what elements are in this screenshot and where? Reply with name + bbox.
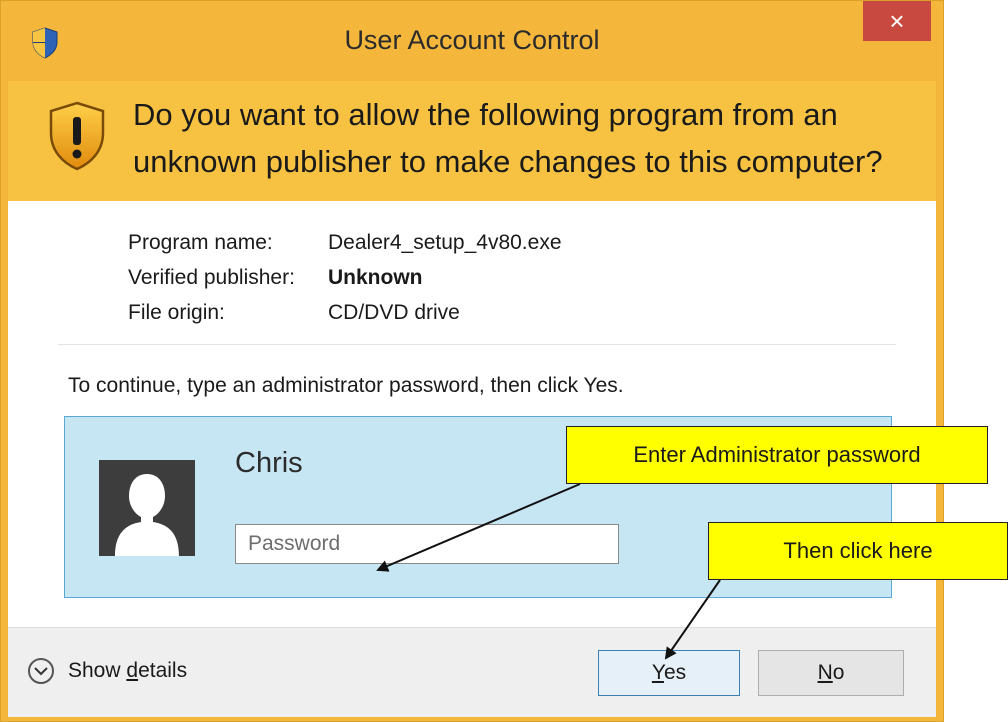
no-button[interactable]: No bbox=[758, 650, 904, 696]
user-avatar-icon bbox=[99, 460, 195, 556]
close-button[interactable]: × bbox=[863, 1, 931, 41]
prompt-question: Do you want to allow the following progr… bbox=[133, 97, 883, 179]
show-details-toggle[interactable]: Show details bbox=[28, 658, 187, 684]
instruction-text: To continue, type an administrator passw… bbox=[68, 374, 624, 397]
publisher-label: Verified publisher: bbox=[128, 266, 295, 289]
user-name: Chris bbox=[235, 447, 303, 479]
warning-shield-icon bbox=[49, 101, 105, 171]
window-title: User Account Control bbox=[344, 25, 600, 55]
chevron-down-icon bbox=[28, 658, 54, 684]
yes-button[interactable]: Yes bbox=[598, 650, 740, 696]
origin-value: CD/DVD drive bbox=[328, 301, 460, 324]
divider bbox=[58, 344, 896, 345]
dialog-footer: Show details Yes No bbox=[8, 627, 936, 717]
password-callout: Enter Administrator password bbox=[566, 426, 988, 484]
show-details-label: Show details bbox=[68, 659, 188, 682]
program-name-value: Dealer4_setup_4v80.exe bbox=[328, 231, 562, 254]
publisher-row: Verified publisher: Unknown bbox=[128, 260, 562, 295]
close-icon: × bbox=[889, 6, 905, 36]
origin-label: File origin: bbox=[128, 301, 225, 324]
publisher-value: Unknown bbox=[328, 266, 423, 289]
click-callout: Then click here bbox=[708, 522, 1008, 580]
prompt-header: Do you want to allow the following progr… bbox=[8, 81, 936, 201]
program-name-label: Program name: bbox=[128, 231, 273, 254]
uac-dialog: User Account Control × Do you want to al… bbox=[0, 0, 944, 722]
program-info: Program name: Dealer4_setup_4v80.exe Ver… bbox=[128, 225, 562, 330]
title-bar: User Account Control × bbox=[1, 1, 943, 79]
origin-row: File origin: CD/DVD drive bbox=[128, 295, 562, 330]
program-name-row: Program name: Dealer4_setup_4v80.exe bbox=[128, 225, 562, 260]
password-input[interactable] bbox=[235, 524, 619, 564]
